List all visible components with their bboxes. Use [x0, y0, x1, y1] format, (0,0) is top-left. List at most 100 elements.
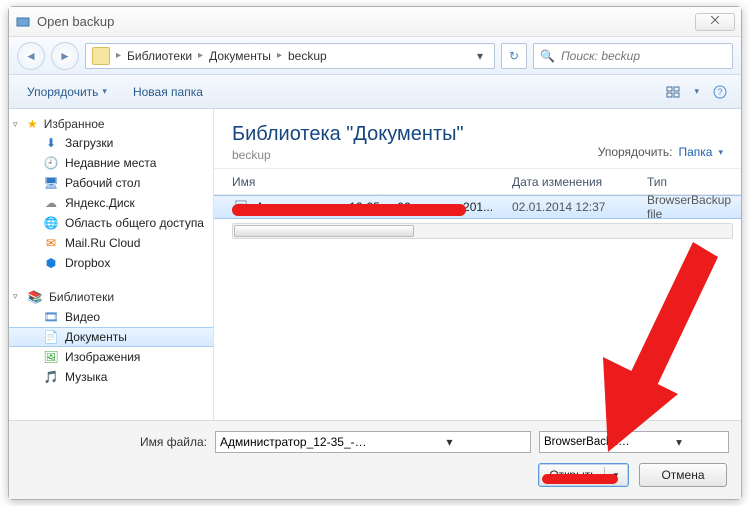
chevron-right-icon: ▸ [198, 50, 203, 61]
organize-label: Упорядочить [27, 85, 98, 99]
navbar: ◄ ► ▸ Библиотеки ▸ Документы ▸ beckup ▾ … [9, 37, 741, 75]
horizontal-scrollbar[interactable] [232, 223, 733, 239]
breadcrumb[interactable]: Библиотеки [127, 49, 192, 63]
filename-row: Имя файла: Администратор_12-35_-_02_янва… [21, 431, 729, 453]
open-button[interactable]: Открыть ▾ [538, 463, 629, 487]
sidebar-item-label: Загрузки [65, 136, 113, 150]
library-icon: 📚 [27, 289, 43, 305]
column-type[interactable]: Тип [647, 175, 741, 189]
sidebar-item-label: Музыка [65, 370, 107, 384]
breadcrumb[interactable]: beckup [288, 49, 327, 63]
sidebar-item-label: Dropbox [65, 256, 110, 270]
svg-text:?: ? [717, 87, 722, 97]
new-folder-label: Новая папка [133, 85, 203, 99]
forward-arrow-icon: ► [59, 49, 71, 63]
chevron-down-icon[interactable]: ▾ [373, 433, 526, 451]
close-button[interactable]: ⨉ [695, 13, 735, 31]
chevron-down-icon: ▾ [718, 147, 723, 158]
titlebar: Open backup ⨉ [9, 7, 741, 37]
arrange-by: Упорядочить: Папка ▾ [598, 145, 723, 159]
app-icon [15, 14, 31, 30]
libraries-header[interactable]: ▿ 📚 Библиотеки [9, 287, 213, 307]
desktop-icon: 🖥 [43, 175, 59, 191]
sidebar-item-desktop[interactable]: 🖥 Рабочий стол [9, 173, 213, 193]
chevron-down-icon[interactable]: ▾ [634, 433, 724, 451]
forward-button[interactable]: ► [51, 42, 79, 70]
library-header: Библиотека "Документы" beckup Упорядочит… [214, 109, 741, 169]
sidebar-item-downloads[interactable]: ⬇Загрузки [9, 133, 213, 153]
mail-icon: ✉ [43, 235, 59, 251]
file-icon [232, 198, 250, 216]
file-row[interactable]: Администратор_12-35_-_02_января_201... 0… [214, 195, 741, 219]
filename-label: Имя файла: [21, 435, 207, 449]
body: ▿ ★ Избранное ⬇Загрузки 🕘Недавние места … [9, 109, 741, 420]
sidebar-item-label: Документы [65, 330, 127, 344]
help-button[interactable]: ? [709, 81, 731, 103]
star-icon: ★ [27, 117, 38, 131]
sidebar-item-music[interactable]: 🎵 Музыка [9, 367, 213, 387]
sidebar-item-dropbox[interactable]: ⬢ Dropbox [9, 253, 213, 273]
favorites-group: ▿ ★ Избранное ⬇Загрузки 🕘Недавние места … [9, 115, 213, 273]
libraries-group: ▿ 📚 Библиотеки 🎞Видео 📄 Документы 🖼 Изобра… [9, 287, 213, 387]
back-button[interactable]: ◄ [17, 42, 45, 70]
sidebar-item-label: Изображения [65, 350, 140, 364]
scrollbar-thumb[interactable] [234, 225, 414, 237]
sidebar-item-public[interactable]: 🌐Область общего доступа [9, 213, 213, 233]
window-title: Open backup [37, 14, 114, 29]
filename-combo[interactable]: Администратор_12-35_-_02_января_2014_(op… [215, 431, 531, 453]
document-icon: 📄 [43, 329, 59, 345]
file-type: BrowserBackup file [647, 195, 741, 221]
dropbox-icon: ⬢ [43, 255, 59, 271]
file-list: Администратор_12-35_-_02_января_201... 0… [214, 195, 741, 420]
sidebar-item-yandex[interactable]: ☁Яндекс.Диск [9, 193, 213, 213]
open-dialog: Open backup ⨉ ◄ ► ▸ Библиотеки ▸ Докумен… [8, 6, 742, 500]
library-subtitle: beckup [232, 148, 598, 162]
library-title: Библиотека "Документы" [232, 123, 598, 146]
sidebar-item-label: Область общего доступа [65, 216, 204, 230]
picture-icon: 🖼 [43, 349, 59, 365]
chevron-right-icon: ▸ [277, 50, 282, 61]
collapse-icon: ▿ [13, 119, 18, 130]
favorites-label: Избранное [44, 117, 105, 131]
sidebar-item-mailru[interactable]: ✉ Mail.Ru Cloud [9, 233, 213, 253]
search-input[interactable] [561, 49, 726, 63]
column-date[interactable]: Дата изменения [512, 175, 647, 189]
column-name[interactable]: Имя [232, 175, 512, 189]
main-pane: Библиотека "Документы" beckup Упорядочит… [214, 109, 741, 420]
cancel-button[interactable]: Отмена [639, 463, 727, 487]
arrange-value[interactable]: Папка [678, 145, 712, 159]
chevron-down-icon[interactable]: ▾ [613, 470, 618, 481]
sidebar-item-label: Яндекс.Диск [65, 196, 135, 210]
sidebar-item-recent[interactable]: 🕘Недавние места [9, 153, 213, 173]
open-label: Открыть [549, 468, 596, 482]
file-name: Администратор_12-35_-_02_января_201... [256, 200, 512, 214]
refresh-button[interactable]: ↻ [501, 43, 527, 69]
button-row: Открыть ▾ Отмена [21, 463, 729, 487]
filename-value: Администратор_12-35_-_02_января_2014_(op… [220, 435, 373, 449]
folder-icon [92, 47, 110, 65]
sidebar-item-label: Видео [65, 310, 100, 324]
music-icon: 🎵 [43, 369, 59, 385]
breadcrumb[interactable]: Документы [209, 49, 271, 63]
search-icon: 🔍 [540, 49, 555, 63]
address-dropdown[interactable]: ▾ [472, 49, 488, 63]
sidebar-item-pictures[interactable]: 🖼 Изображения [9, 347, 213, 367]
column-headers: Имя Дата изменения Тип [214, 169, 741, 195]
sidebar-item-label: Mail.Ru Cloud [65, 236, 140, 250]
sidebar-item-label: Рабочий стол [65, 176, 140, 190]
new-folder-button[interactable]: Новая папка [125, 82, 211, 102]
sidebar-item-video[interactable]: 🎞Видео [9, 307, 213, 327]
organize-button[interactable]: Упорядочить ▾ [19, 82, 115, 102]
sidebar-item-label: Недавние места [65, 156, 156, 170]
bottom-panel: Имя файла: Администратор_12-35_-_02_янва… [9, 420, 741, 499]
sidebar: ▿ ★ Избранное ⬇Загрузки 🕘Недавние места … [9, 109, 214, 420]
filter-combo[interactable]: BrowserBackup Files (*.bbf;*.zip ▾ [539, 431, 729, 453]
address-bar[interactable]: ▸ Библиотеки ▸ Документы ▸ beckup ▾ [85, 43, 495, 69]
view-options-button[interactable] [662, 81, 684, 103]
sidebar-item-documents[interactable]: 📄 Документы [9, 327, 213, 347]
search-box[interactable]: 🔍 [533, 43, 733, 69]
chevron-down-icon: ▾ [694, 86, 699, 97]
favorites-header[interactable]: ▿ ★ Избранное [9, 115, 213, 133]
collapse-icon: ▿ [13, 291, 18, 302]
chevron-down-icon: ▾ [102, 86, 107, 97]
